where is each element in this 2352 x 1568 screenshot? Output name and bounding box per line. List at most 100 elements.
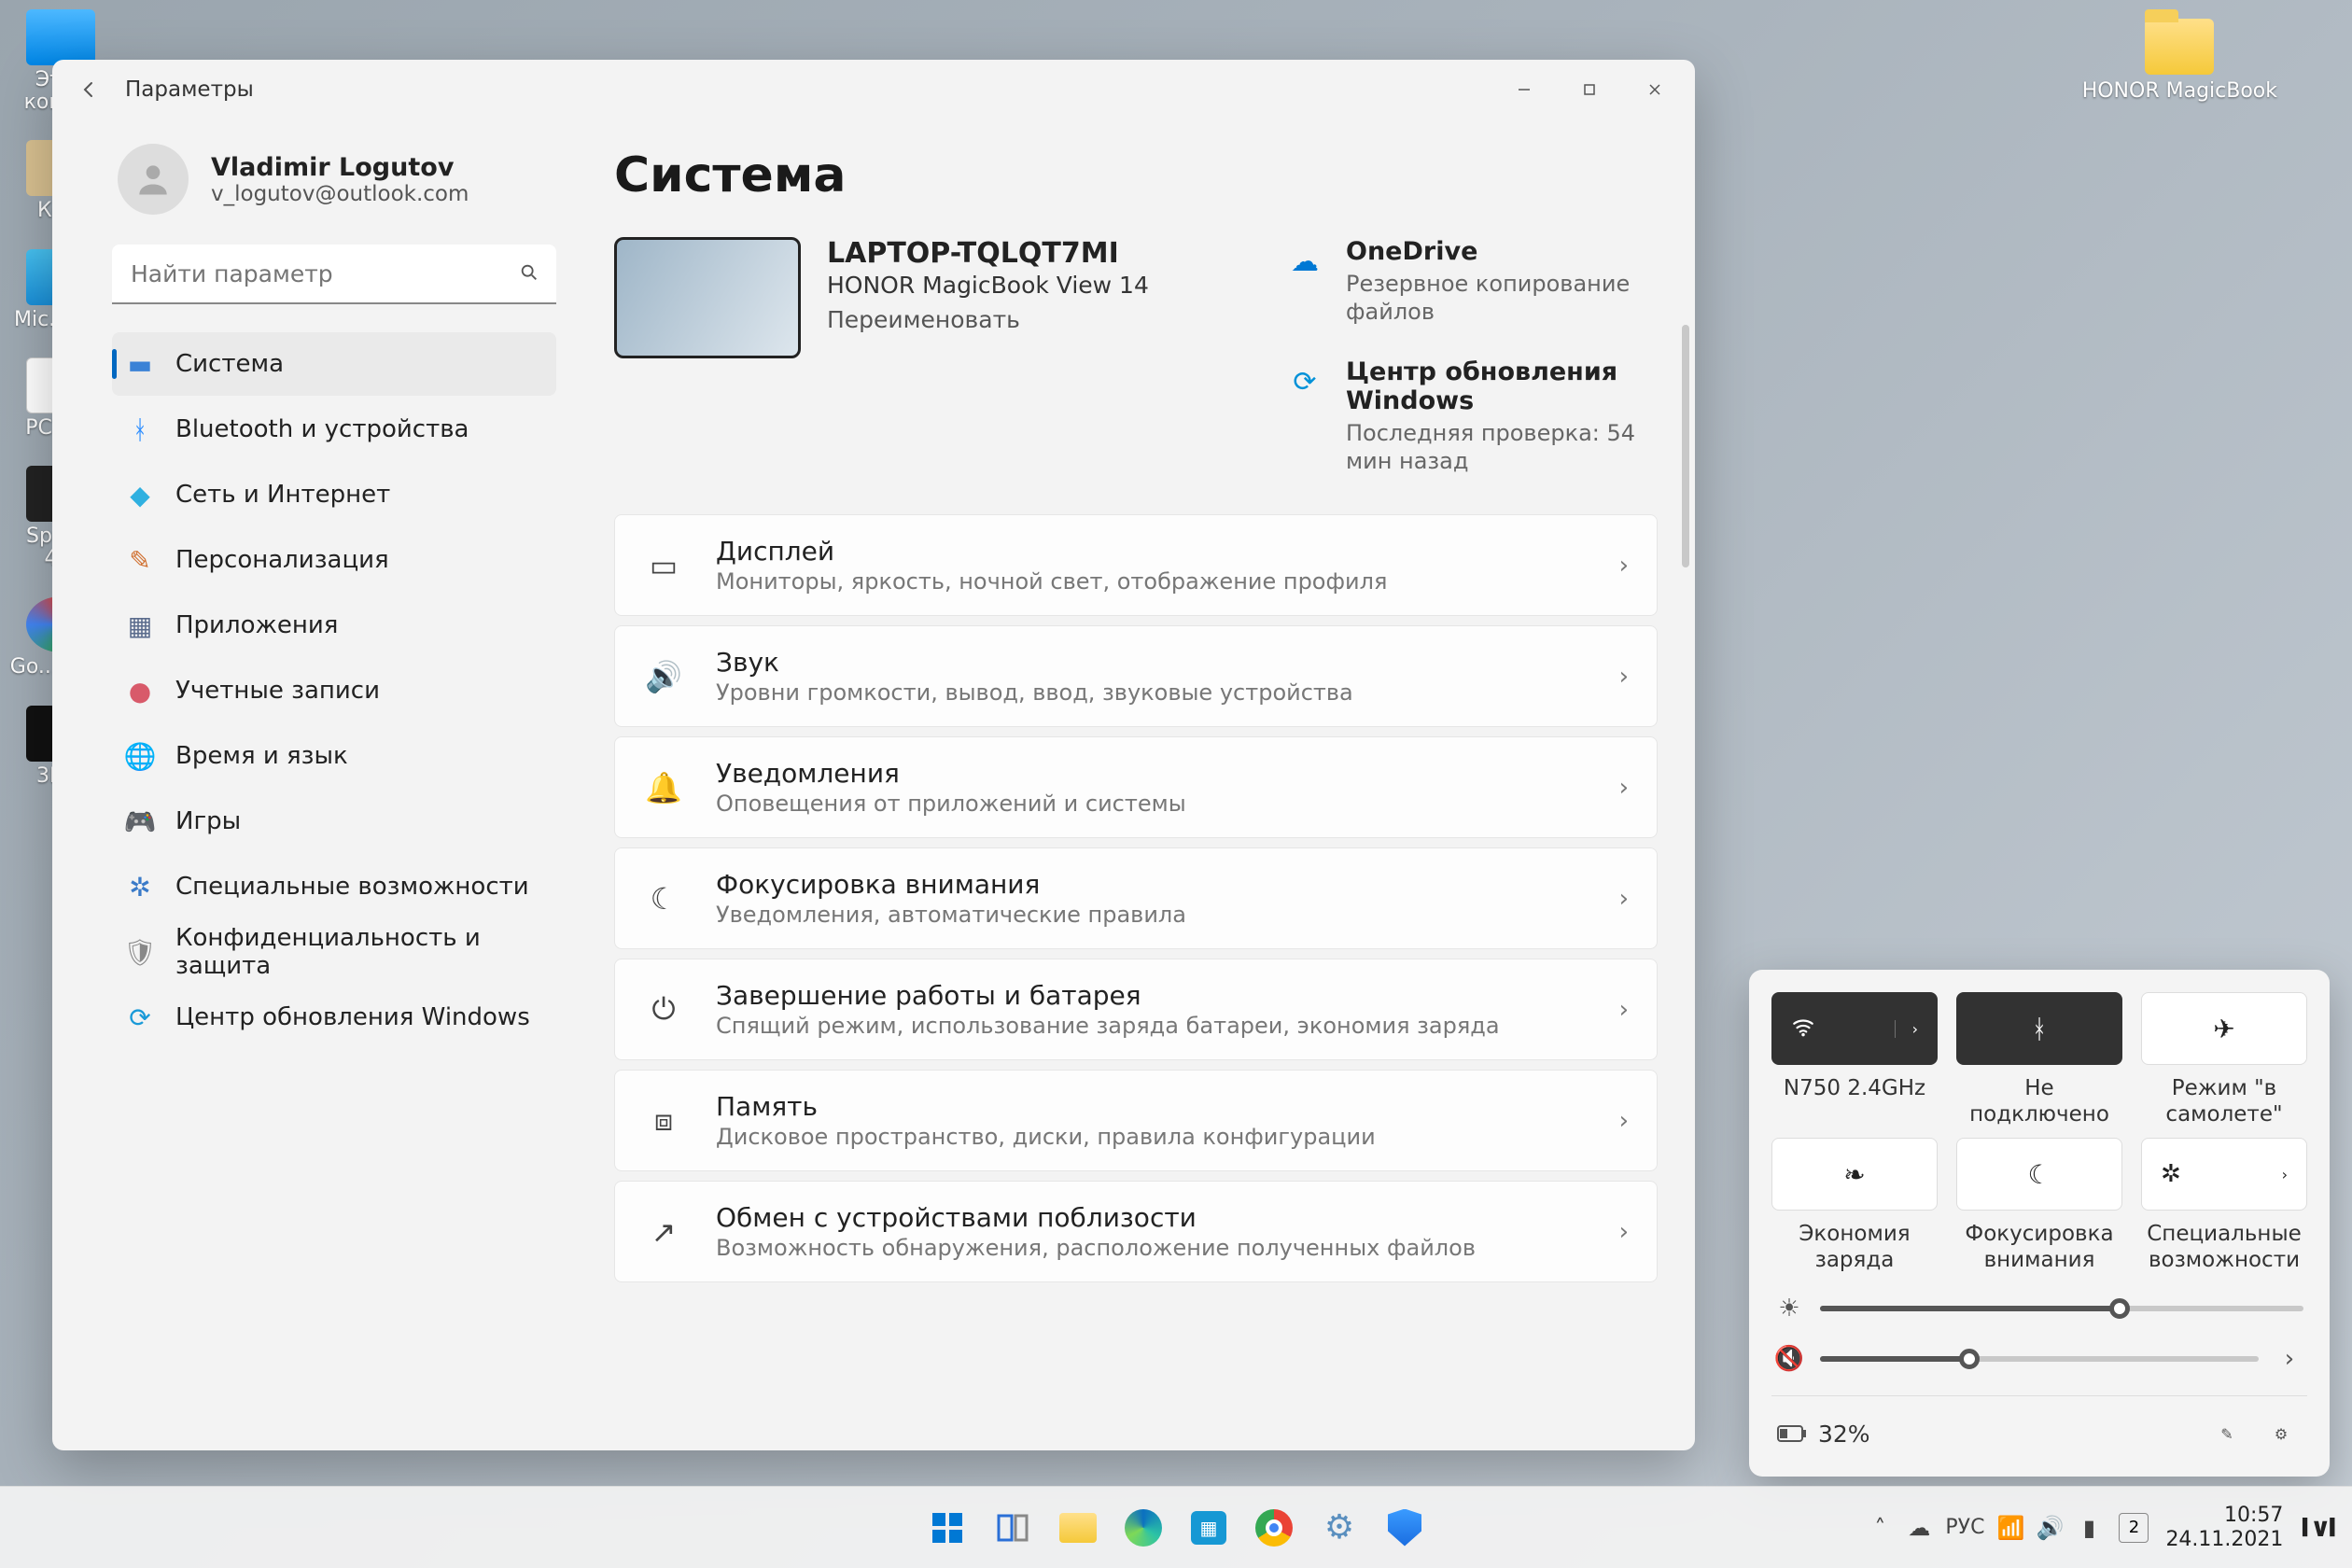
brush-icon: ✎ (125, 545, 155, 575)
taskbar-center: ▦ ⚙ (921, 1502, 1431, 1554)
tray-battery[interactable]: ▮ (2076, 1515, 2102, 1541)
back-button[interactable] (71, 71, 108, 108)
accessibility-icon: ✲ (2161, 1160, 2181, 1188)
setting-desc: Дисковое пространство, диски, правила ко… (716, 1124, 1588, 1150)
ime-badge[interactable]: 2 (2119, 1513, 2149, 1543)
nav-label: Специальные возможности (175, 873, 529, 901)
sidebar: Vladimir Logutov v_logutov@outlook.com ▬… (52, 119, 569, 1450)
nav-network[interactable]: ◆Сеть и Интернет (112, 463, 556, 526)
page-title: Система (614, 147, 1658, 203)
chevron-right-icon: › (1619, 996, 1629, 1024)
maximize-button[interactable] (1557, 63, 1622, 116)
setting-desc: Мониторы, яркость, ночной свет, отображе… (716, 568, 1588, 595)
tray-onedrive[interactable]: ☁ (1906, 1515, 1932, 1541)
setting-storage[interactable]: ⧈ПамятьДисковое пространство, диски, пра… (614, 1070, 1658, 1171)
nav-windows-update[interactable]: ⟳Центр обновления Windows (112, 986, 556, 1049)
nav-accessibility[interactable]: ✲ Специальные возможности (112, 855, 556, 918)
nav-label: Персонализация (175, 546, 389, 574)
account-block[interactable]: Vladimir Logutov v_logutov@outlook.com (112, 133, 556, 239)
pc-manager-button[interactable] (1379, 1502, 1431, 1554)
nav-time-language[interactable]: 🌐Время и язык (112, 724, 556, 788)
setting-focus[interactable]: ☾Фокусировка вниманияУведомления, автома… (614, 847, 1658, 949)
setting-display[interactable]: ▭ДисплейМониторы, яркость, ночной свет, … (614, 514, 1658, 616)
qs-accessibility-button[interactable]: ✲› (2141, 1138, 2307, 1211)
tray-wifi[interactable]: 📶 (1997, 1515, 2023, 1541)
chrome-icon (1255, 1509, 1293, 1547)
windows-update-card[interactable]: ⟳ Центр обновления Windows Последняя про… (1284, 357, 1658, 475)
store-button[interactable]: ▦ (1183, 1502, 1235, 1554)
nav-label: Конфиденциальность и защита (175, 924, 543, 980)
search-icon (519, 262, 539, 287)
settings-window: Параметры Vladimir Logutov v_logutov@out… (52, 60, 1695, 1450)
scrollbar[interactable] (1682, 325, 1689, 567)
device-thumbnail[interactable] (614, 237, 801, 358)
nav-label: Учетные записи (175, 677, 380, 705)
tray-volume[interactable]: 🔊 (2037, 1515, 2063, 1541)
setting-title: Уведомления (716, 758, 1588, 789)
qs-airplane-button[interactable]: ✈ (2141, 992, 2307, 1065)
rename-link[interactable]: Переименовать (827, 306, 1172, 333)
edit-button[interactable]: ✎ (2206, 1413, 2247, 1454)
nav-gaming[interactable]: 🎮Игры (112, 790, 556, 853)
onedrive-card[interactable]: ☁ OneDrive Резервное копирование файлов (1284, 237, 1658, 326)
nav-system[interactable]: ▬Система (112, 332, 556, 396)
setting-sound[interactable]: 🔊ЗвукУровни громкости, вывод, ввод, звук… (614, 625, 1658, 727)
qs-bluetooth-label: Не подключено (1956, 1076, 2122, 1127)
close-button[interactable] (1622, 63, 1687, 116)
taskview-icon (995, 1510, 1030, 1546)
nav-personalization[interactable]: ✎ Персонализация (112, 528, 556, 592)
shield-icon (1388, 1509, 1421, 1547)
nav-apps[interactable]: ▦Приложения (112, 594, 556, 657)
display-icon: ▬ (125, 349, 155, 379)
edge-button[interactable] (1117, 1502, 1169, 1554)
volume-slider[interactable] (1820, 1356, 2259, 1362)
chrome-button[interactable] (1248, 1502, 1300, 1554)
task-view-button[interactable] (987, 1502, 1039, 1554)
settings-button[interactable]: ⚙ (2261, 1413, 2302, 1454)
tray-overflow-button[interactable]: ˄ (1867, 1515, 1893, 1541)
search-input[interactable] (112, 245, 556, 304)
system-tray: ˄ ☁ РУС 📶 🔊 ▮ (1867, 1515, 2102, 1541)
qs-focus-button[interactable]: ☾ (1956, 1138, 2122, 1211)
setting-title: Звук (716, 647, 1588, 678)
battery-status[interactable]: 32% (1777, 1421, 1870, 1448)
gear-icon: ⚙ (2275, 1425, 2288, 1443)
accessibility-icon: ✲ (125, 872, 155, 902)
cloud-icon: ☁ (1284, 241, 1325, 282)
globe-icon: 🌐 (125, 741, 155, 771)
setting-nearby-share[interactable]: ↗Обмен с устройствами поблизостиВозможно… (614, 1181, 1658, 1282)
desktop-folder-honor[interactable]: HONOR MagicBook (2082, 19, 2277, 105)
bluetooth-icon: ᚼ (125, 414, 155, 444)
settings-taskbar-button[interactable]: ⚙ (1313, 1502, 1365, 1554)
chevron-right-icon: › (1619, 885, 1629, 913)
wifi-icon: 📶 (1997, 1515, 2025, 1541)
store-icon: ▦ (1191, 1511, 1226, 1545)
minimize-button[interactable] (1491, 63, 1557, 116)
nav-label: Bluetooth и устройства (175, 415, 469, 443)
chevron-right-icon[interactable]: › (2275, 1345, 2303, 1373)
qs-focus-label: Фокусировка внимания (1956, 1222, 2122, 1272)
nav-privacy[interactable]: 🛡Конфиденциальность и защита (112, 920, 556, 984)
minimize-icon (1517, 82, 1532, 97)
qs-battery-saver-button[interactable]: ❧ (1771, 1138, 1938, 1211)
setting-notifications[interactable]: 🔔УведомленияОповещения от приложений и с… (614, 736, 1658, 838)
explorer-button[interactable] (1052, 1502, 1104, 1554)
taskbar-right: ˄ ☁ РУС 📶 🔊 ▮ 2 10:57 24.11.2021 I∨I (1867, 1487, 2337, 1568)
brand-icon[interactable]: I∨I (2300, 1512, 2337, 1543)
setting-power[interactable]: ⏻Завершение работы и батареяСпящий режим… (614, 959, 1658, 1060)
cloud-icon: ☁ (1908, 1515, 1930, 1541)
qs-bluetooth-button[interactable]: ᚼ (1956, 992, 2122, 1065)
battery-icon: ▮ (2083, 1515, 2095, 1541)
setting-desc: Спящий режим, использование заряда батар… (716, 1013, 1588, 1039)
qs-wifi-button[interactable]: › (1771, 992, 1938, 1065)
window-title: Параметры (125, 77, 254, 102)
nav-accounts[interactable]: ●Учетные записи (112, 659, 556, 722)
card-title: Центр обновления Windows (1346, 357, 1658, 415)
nav-bluetooth[interactable]: ᚼ Bluetooth и устройства (112, 398, 556, 461)
brightness-slider[interactable] (1820, 1306, 2303, 1311)
start-button[interactable] (921, 1502, 973, 1554)
user-email: v_logutov@outlook.com (211, 182, 469, 206)
clock[interactable]: 10:57 24.11.2021 (2165, 1504, 2283, 1551)
leaf-icon: ❧ (1843, 1159, 1865, 1190)
language-label[interactable]: РУС (1945, 1516, 1984, 1539)
